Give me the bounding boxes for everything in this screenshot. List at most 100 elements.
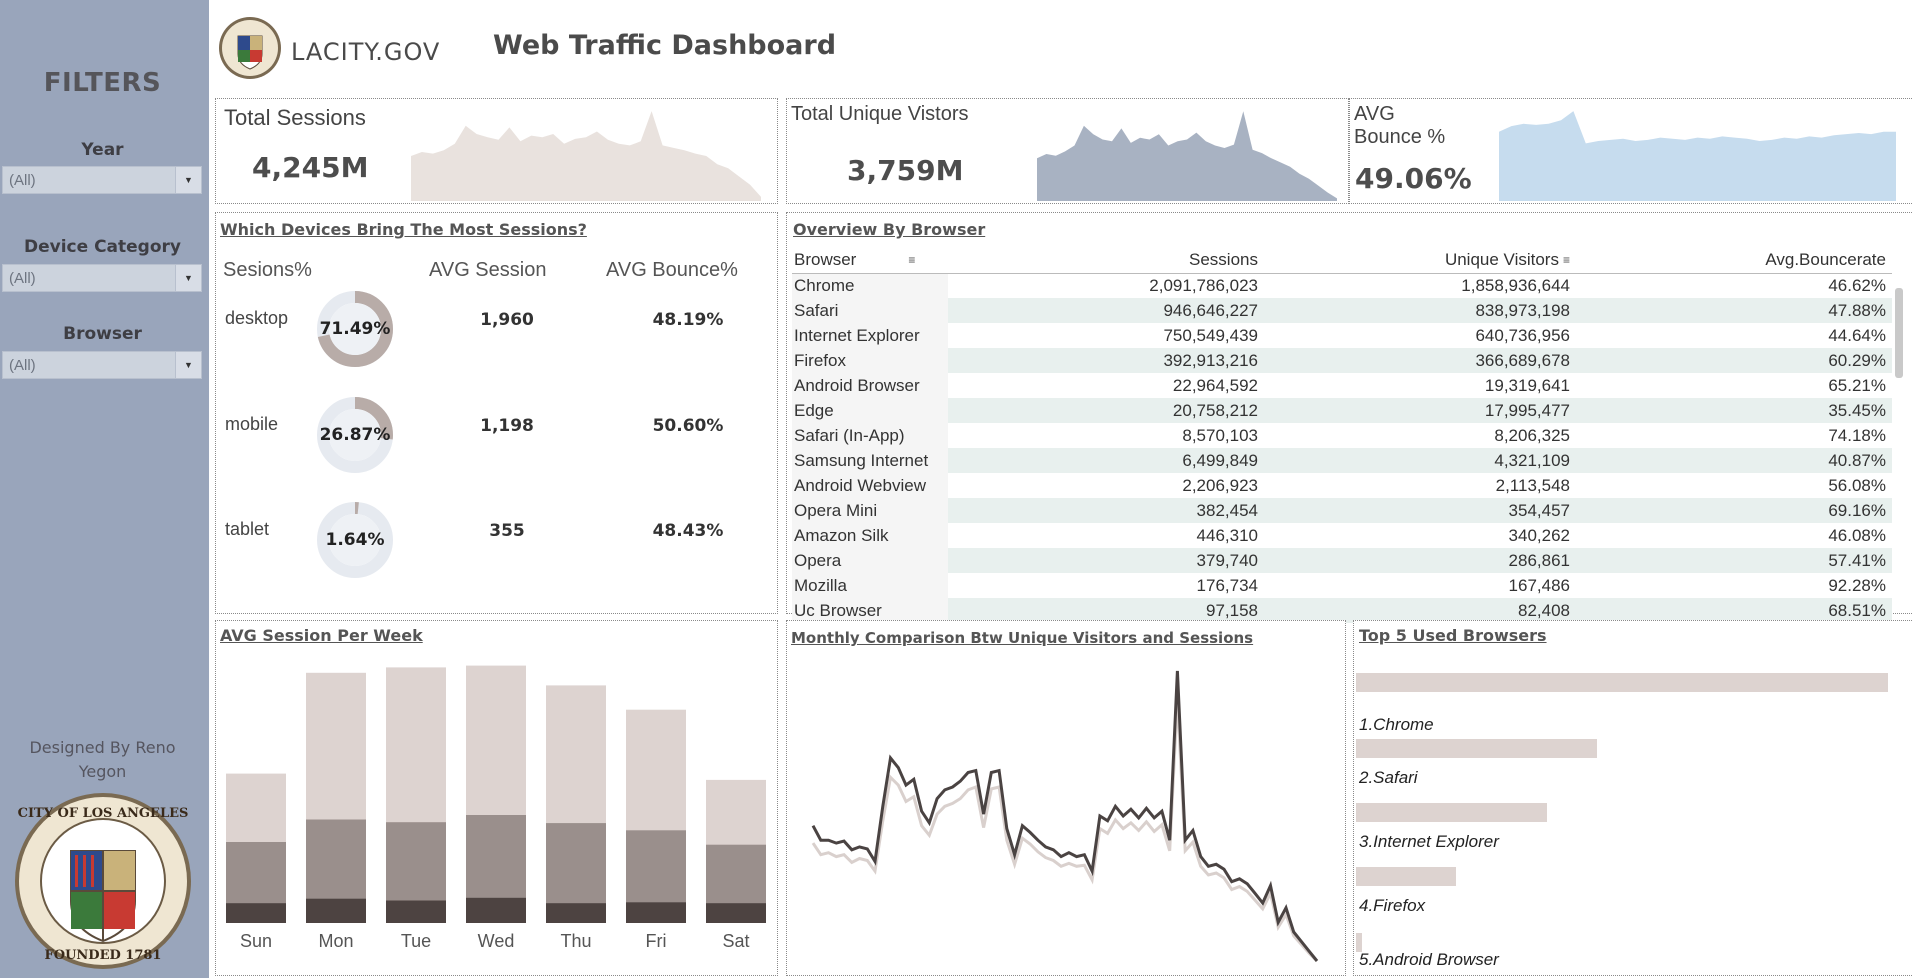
- column-header-unique-visitors[interactable]: Unique Visitors ≡: [1264, 247, 1576, 274]
- column-header-label: Browser: [794, 249, 857, 269]
- kpi-title-line: AVG: [1354, 103, 1395, 125]
- weekly-bar-segment[interactable]: [706, 903, 766, 923]
- table-cell: 838,973,198: [1264, 298, 1576, 323]
- filters-title: FILTERS: [43, 68, 162, 98]
- browser-table-body: Chrome 2,091,786,023 1,858,936,644 46.62% Sa…: [792, 273, 1892, 623]
- devices-panel: Which Devices Bring The Most Sessions? S…: [215, 212, 778, 614]
- table-cell: 19,319,641: [1484, 375, 1570, 395]
- table-row[interactable]: Amazon Silk 446,310 340,262 46.08%: [792, 523, 1892, 548]
- browser-name-cell: Firefox: [792, 348, 948, 373]
- table-cell: 46.62%: [1828, 275, 1886, 295]
- weekday-label: Mon: [318, 931, 353, 951]
- top5-bar: [1356, 673, 1888, 692]
- table-cell: 20,758,212: [948, 398, 1264, 423]
- table-row[interactable]: Mozilla 176,734 167,486 92.28%: [792, 573, 1892, 598]
- unique-visitors-line[interactable]: [811, 698, 1319, 963]
- table-row[interactable]: Opera Mini 382,454 354,457 69.16%: [792, 498, 1892, 523]
- lacity-logo-text[interactable]: LACITY.GOV: [291, 38, 440, 66]
- device-name: mobile: [225, 414, 279, 434]
- weekly-bar-segment[interactable]: [226, 903, 286, 923]
- table-cell: 44.64%: [1828, 325, 1886, 345]
- kpi-title-line: Bounce %: [1354, 126, 1446, 148]
- browser-name-cell: Amazon Silk: [792, 523, 948, 548]
- device-avg-session: 1,960: [480, 310, 534, 330]
- browser-filter-dropdown[interactable]: (All) ▼: [2, 351, 202, 379]
- device-avg-bounce: 50.60%: [652, 416, 724, 436]
- sparkline-area: [1037, 111, 1337, 201]
- weekly-bar-segment[interactable]: [386, 900, 446, 924]
- weekly-panel: AVG Session Per Week Sun Mon Tue Wed Thu Fri S…: [215, 620, 778, 976]
- device-avg-bounce: 48.19%: [652, 310, 724, 330]
- table-cell: 4,321,109: [1264, 448, 1576, 473]
- device-avg-session: 355: [489, 521, 525, 541]
- table-row[interactable]: Safari 946,646,227 838,973,198 47.88%: [792, 298, 1892, 323]
- table-cell: 74.18%: [1828, 425, 1886, 445]
- table-row[interactable]: Internet Explorer 750,549,439 640,736,956 4…: [792, 323, 1892, 348]
- chevron-down-icon[interactable]: ▼: [175, 265, 201, 291]
- weekly-title: AVG Session Per Week: [220, 626, 423, 645]
- browser-name-cell: Chrome: [792, 273, 948, 298]
- sort-icon[interactable]: ≡: [908, 253, 915, 267]
- table-row[interactable]: Android Browser 22,964,592 19,319,641 65.21…: [792, 373, 1892, 398]
- table-cell: 40.87%: [1576, 448, 1892, 473]
- column-header-sessions[interactable]: Sessions: [948, 247, 1264, 274]
- table-row[interactable]: Android Webview 2,206,923 2,113,548 56.08%: [792, 473, 1892, 498]
- sessions-line[interactable]: [811, 670, 1319, 962]
- kpi-value: 49.06%: [1355, 162, 1472, 195]
- designer-credit-line: Designed By Reno: [29, 738, 176, 757]
- table-cell: 640,736,956: [1475, 325, 1570, 345]
- year-filter-dropdown[interactable]: (All) ▼: [2, 166, 202, 194]
- weekly-bar-segment[interactable]: [546, 903, 606, 923]
- table-cell: 379,740: [948, 548, 1264, 573]
- devices-header-sessions-pct: Sesions%: [223, 259, 312, 281]
- weekly-bar-segment[interactable]: [466, 897, 526, 923]
- table-cell: 382,454: [948, 498, 1264, 523]
- table-cell: 286,861: [1264, 548, 1576, 573]
- weekly-bar-segment[interactable]: [306, 898, 366, 923]
- top5-title: Top 5 Used Browsers: [1359, 626, 1547, 645]
- browser-name-cell: Android Browser: [792, 373, 948, 398]
- svg-text:FOUNDED 1781: FOUNDED 1781: [45, 948, 162, 963]
- browser-name-cell: Safari: [792, 298, 948, 323]
- table-row[interactable]: Firefox 392,913,216 366,689,678 60.29%: [792, 348, 1892, 373]
- devices-header-avg-session: AVG Session: [429, 259, 547, 281]
- table-row[interactable]: Chrome 2,091,786,023 1,858,936,644 46.62%: [792, 273, 1892, 298]
- chevron-down-icon[interactable]: ▼: [175, 167, 201, 193]
- table-scrollbar[interactable]: [1895, 288, 1903, 378]
- designer-credit-line: Yegon: [78, 762, 127, 781]
- kpi-title: Total Unique Vistors: [791, 103, 969, 125]
- bounce-sparkline: [1499, 111, 1896, 201]
- device-category-filter-dropdown[interactable]: (All) ▼: [2, 264, 202, 292]
- kpi-title: Total Sessions: [224, 105, 366, 130]
- browser-name-cell: Android Webview: [792, 473, 948, 498]
- chevron-down-icon[interactable]: ▼: [175, 352, 201, 378]
- devices-title: Which Devices Bring The Most Sessions?: [220, 220, 587, 239]
- top5-label: 2.Safari: [1359, 768, 1418, 787]
- kpi-avg-bounce: AVG Bounce % 49.06%: [1349, 98, 1912, 204]
- table-cell: 2,091,786,023: [1149, 275, 1258, 295]
- sparkline-area: [411, 111, 761, 201]
- table-row[interactable]: Edge 20,758,212 17,995,477 35.45%: [792, 398, 1892, 423]
- browser-filter-label: Browser: [63, 324, 142, 344]
- weekday-label: Sat: [722, 931, 749, 951]
- table-cell: 392,913,216: [948, 348, 1264, 373]
- table-cell: 750,549,439: [1163, 325, 1258, 345]
- column-header-avg-bouncerate[interactable]: Avg.Bouncerate: [1576, 247, 1892, 274]
- dashboard-title: Web Traffic Dashboard: [493, 30, 837, 61]
- table-cell: 8,206,325: [1494, 425, 1570, 445]
- table-row[interactable]: Samsung Internet 6,499,849 4,321,109 40.87%: [792, 448, 1892, 473]
- column-header-browser[interactable]: Browser ≡: [792, 247, 948, 274]
- table-row[interactable]: Opera 379,740 286,861 57.41%: [792, 548, 1892, 573]
- table-cell: 35.45%: [1576, 398, 1892, 423]
- table-row[interactable]: Safari (In-App) 8,570,103 8,206,325 74.18%: [792, 423, 1892, 448]
- table-cell: 57.41%: [1576, 548, 1892, 573]
- device-avg-bounce: 48.43%: [652, 521, 724, 541]
- devices-header-avg-bounce: AVG Bounce%: [606, 259, 738, 281]
- kpi-total-unique-visitors: Total Unique Vistors 3,759M: [786, 98, 1349, 204]
- sort-icon[interactable]: ≡: [1563, 253, 1570, 267]
- top5-bar: [1356, 803, 1547, 822]
- designer-credit: Designed By Reno Yegon: [0, 736, 205, 784]
- table-cell: 8,570,103: [1182, 425, 1258, 445]
- weekday-label: Sun: [240, 931, 272, 951]
- weekly-bar-segment[interactable]: [626, 902, 686, 923]
